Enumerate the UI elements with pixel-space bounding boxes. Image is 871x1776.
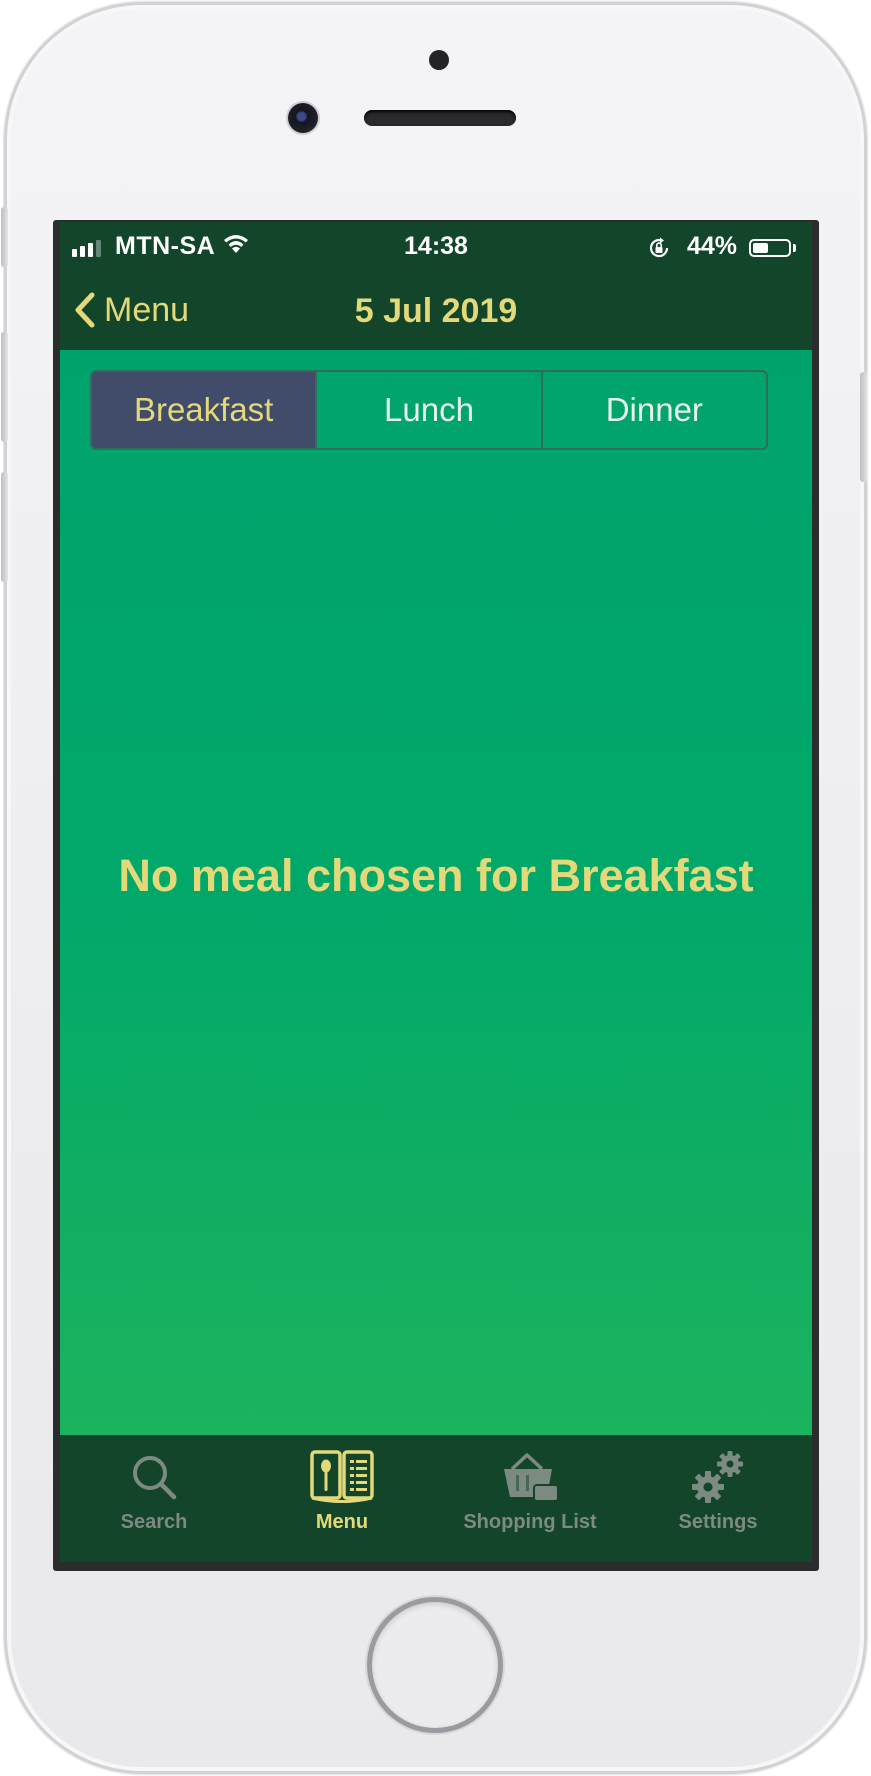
proximity-sensor: [429, 50, 449, 70]
battery-percentage: 44%: [687, 232, 738, 260]
page-title: 5 Jul 2019: [354, 292, 518, 330]
battery-tip: [793, 244, 796, 252]
segment-lunch[interactable]: Lunch: [315, 372, 540, 448]
tab-settings[interactable]: Settings: [624, 1435, 812, 1562]
meal-content-area: Breakfast Lunch Dinner No meal chosen fo…: [60, 350, 812, 1435]
tab-label: Settings: [678, 1511, 758, 1533]
home-button[interactable]: [372, 1602, 498, 1728]
meal-segmented-control: Breakfast Lunch Dinner: [90, 370, 768, 450]
orientation-lock-icon: [647, 236, 671, 267]
tab-search[interactable]: Search: [60, 1435, 248, 1562]
segment-dinner[interactable]: Dinner: [540, 372, 766, 448]
shopping-basket-icon: [500, 1447, 560, 1507]
volume-up-button: [1, 332, 8, 442]
tab-shopping-list[interactable]: Shopping List: [436, 1435, 624, 1562]
tab-label: Menu: [315, 1511, 369, 1533]
segment-breakfast[interactable]: Breakfast: [92, 372, 316, 448]
power-button: [860, 372, 867, 482]
segment-label: Breakfast: [133, 391, 274, 428]
status-bar: MTN-SA 14:38 44%: [60, 222, 812, 272]
tab-bar: Search Menu Shopping List Settings: [60, 1435, 812, 1562]
volume-down-button: [1, 472, 8, 582]
tab-label: Shopping List: [463, 1511, 597, 1533]
navigation-bar: Menu 5 Jul 2019: [60, 272, 812, 350]
search-icon: [129, 1447, 179, 1507]
segment-label: Lunch: [384, 391, 474, 428]
menu-book-icon: [309, 1447, 375, 1507]
empty-state-message: No meal chosen for Breakfast: [118, 850, 754, 901]
segment-label: Dinner: [605, 391, 703, 428]
tab-label: Search: [120, 1511, 188, 1533]
front-camera: [288, 103, 318, 133]
app-screen: MTN-SA 14:38 44% Menu 5 Jul 2019 Breakfa…: [60, 222, 812, 1562]
gears-icon: [686, 1447, 750, 1507]
battery-icon: [749, 239, 791, 257]
earpiece-speaker: [364, 110, 516, 126]
tab-menu[interactable]: Menu: [248, 1435, 436, 1562]
mute-switch: [1, 207, 8, 267]
